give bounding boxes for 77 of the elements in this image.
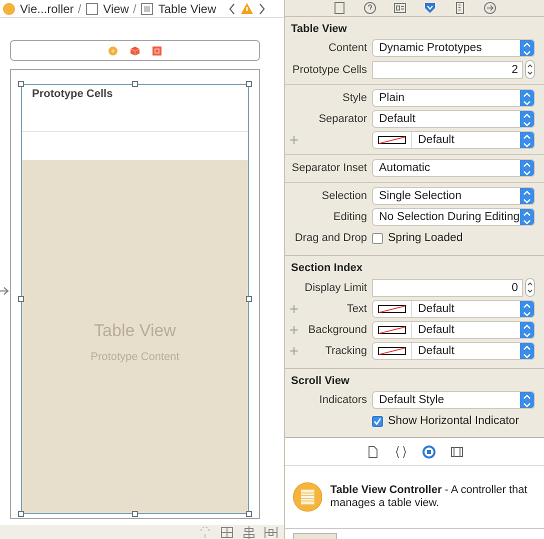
file-tab-icon[interactable] bbox=[332, 0, 346, 15]
breadcrumb-item[interactable]: View bbox=[103, 2, 129, 16]
field-label: Content bbox=[328, 42, 367, 54]
pin-icon[interactable] bbox=[264, 525, 278, 539]
resize-handle[interactable] bbox=[246, 296, 252, 302]
popup-button[interactable]: No Selection During Editing bbox=[372, 208, 535, 226]
color-popup-button[interactable]: Default bbox=[372, 300, 535, 318]
popup-button[interactable]: Default Style bbox=[372, 391, 535, 410]
field-label: Prototype Cells bbox=[292, 64, 367, 76]
help-icon[interactable] bbox=[362, 0, 376, 15]
film-icon[interactable] bbox=[450, 444, 464, 458]
exit-icon[interactable] bbox=[152, 46, 162, 56]
number-field[interactable]: 0 bbox=[372, 278, 523, 297]
resize-handle[interactable] bbox=[132, 511, 138, 517]
resize-handle[interactable] bbox=[246, 81, 252, 87]
section-title: Table View bbox=[290, 22, 348, 37]
popup-button[interactable]: Plain bbox=[372, 89, 535, 108]
identity-tab-icon[interactable] bbox=[392, 0, 406, 15]
color-popup-button[interactable]: Default bbox=[372, 131, 535, 150]
color-swatch-icon bbox=[378, 305, 406, 314]
section-title: Section Index bbox=[290, 260, 364, 276]
view-icon[interactable] bbox=[85, 2, 100, 16]
checkmark-icon bbox=[373, 416, 382, 426]
number-field[interactable]: 2 bbox=[372, 60, 523, 79]
popup-button[interactable]: Single Selection bbox=[372, 187, 535, 206]
circle-icon[interactable] bbox=[108, 46, 118, 56]
field-label: Separator Inset bbox=[292, 162, 367, 174]
attributes-tab-icon[interactable] bbox=[422, 0, 436, 15]
checkbox[interactable]: Show Horizontal Indicator bbox=[372, 415, 535, 428]
popup-button[interactable]: Default bbox=[372, 110, 535, 128]
resize-handle[interactable] bbox=[132, 81, 138, 87]
path-separator: / bbox=[132, 2, 136, 16]
color-swatch-icon bbox=[378, 136, 406, 144]
stepper-button[interactable] bbox=[525, 60, 535, 80]
field-label: Selection bbox=[322, 190, 367, 202]
object-thumbnail-icon[interactable] bbox=[293, 533, 337, 539]
field-label: Indicators bbox=[319, 394, 367, 406]
color-popup-button[interactable]: Default bbox=[372, 342, 535, 360]
field-label: Separator bbox=[318, 113, 367, 126]
plus-icon[interactable] bbox=[290, 347, 298, 356]
field-label: Style bbox=[342, 92, 367, 104]
item-description: Table View Controller - A controller that manages a table view. bbox=[330, 484, 528, 510]
popup-button[interactable]: Dynamic Prototypes bbox=[372, 39, 535, 58]
table-icon[interactable] bbox=[140, 2, 154, 16]
color-swatch-icon bbox=[378, 326, 406, 334]
plus-icon[interactable] bbox=[290, 326, 298, 334]
field-label: Text bbox=[346, 303, 367, 316]
cube-icon[interactable] bbox=[130, 46, 140, 56]
file-icon[interactable] bbox=[366, 444, 380, 458]
braces-icon[interactable] bbox=[394, 444, 408, 458]
color-popup-button[interactable]: Default bbox=[372, 321, 535, 340]
path-separator: / bbox=[78, 2, 82, 16]
breadcrumb-item[interactable]: Vie...roller bbox=[20, 2, 74, 16]
grid-icon[interactable] bbox=[220, 525, 234, 539]
resize-handle[interactable] bbox=[18, 511, 24, 517]
popup-button[interactable]: Automatic bbox=[372, 159, 535, 178]
color-swatch-icon bbox=[378, 347, 406, 356]
checkbox[interactable]: Spring Loaded bbox=[372, 232, 535, 244]
resize-handle[interactable] bbox=[18, 296, 24, 302]
back-icon[interactable] bbox=[228, 2, 236, 14]
forward-icon[interactable] bbox=[258, 2, 266, 14]
resize-handle[interactable] bbox=[246, 511, 252, 517]
resize-handle[interactable] bbox=[18, 81, 24, 87]
stepper-button[interactable] bbox=[525, 278, 535, 298]
field-label: Tracking bbox=[325, 345, 367, 358]
field-label: Drag and Drop bbox=[294, 232, 367, 244]
breadcrumb-item[interactable]: Table View bbox=[158, 2, 216, 16]
entry-arrow-icon bbox=[0, 286, 9, 296]
plus-icon[interactable] bbox=[290, 136, 298, 144]
connections-tab-icon[interactable] bbox=[482, 0, 496, 15]
field-label: Background bbox=[308, 324, 367, 336]
align-icon[interactable] bbox=[242, 525, 256, 539]
plus-icon[interactable] bbox=[290, 305, 298, 314]
object-icon[interactable] bbox=[422, 444, 436, 458]
field-label: Display Limit bbox=[304, 282, 367, 294]
section-title: Scroll View bbox=[290, 374, 350, 389]
field-label: Editing bbox=[333, 211, 367, 224]
